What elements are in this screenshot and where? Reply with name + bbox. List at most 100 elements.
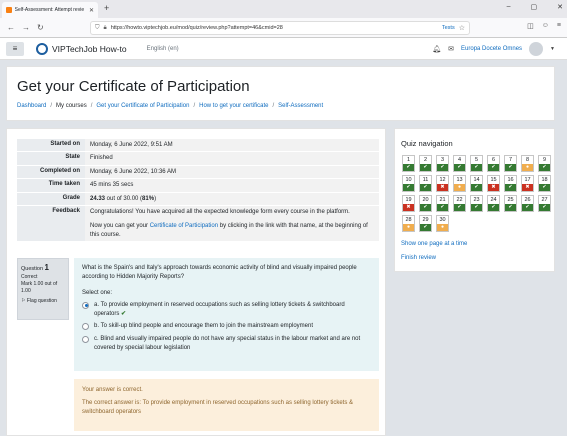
quiz-nav-button[interactable]: 5 ✔ [470, 155, 483, 172]
quiz-nav-button[interactable]: 13 ● [453, 175, 466, 192]
quiz-nav-number: 19 [405, 197, 412, 203]
quiz-nav-button[interactable]: 20 ✔ [419, 195, 432, 212]
avatar[interactable] [529, 42, 544, 56]
quiz-nav-button[interactable]: 24 ✔ [487, 195, 500, 212]
answer-radio-c[interactable] [82, 335, 89, 343]
flag-icon: ⚐ [21, 297, 26, 304]
quiz-nav-button[interactable]: 6 ✔ [487, 155, 500, 172]
table-row: Time taken 45 mins 35 secs [17, 178, 379, 193]
quiz-nav-number: 8 [525, 157, 530, 163]
user-name[interactable]: Europa Docete Omnes [461, 46, 522, 52]
site-name[interactable]: VIPTechJob How-to [52, 44, 127, 54]
quiz-navigation-grid: 1 ✔ 2 ✔ 3 ✔ 4 ✔ 5 ✔ 6 ✔ 7 ✔ 8 ● 9 ✔ 10 ✔ 11 ✔ 12 ✖ 13 ● 14 ✔ 15 ✖ 16 ✔ 1… [402, 155, 552, 232]
flag-question-button[interactable]: ⚐ Flag question [21, 298, 65, 305]
bookmark-star-icon[interactable]: ☆ [459, 24, 465, 32]
moodle-favicon-icon [6, 7, 12, 13]
quiz-nav-button[interactable]: 23 ✔ [470, 195, 483, 212]
site-logo-icon[interactable] [36, 42, 48, 55]
forward-icon[interactable]: → [22, 23, 30, 32]
quiz-nav-number: 12 [439, 177, 446, 183]
quiz-nav-button[interactable]: 4 ✔ [453, 155, 466, 172]
quiz-nav-button[interactable]: 22 ✔ [453, 195, 466, 212]
new-tab-icon[interactable]: + [104, 3, 109, 13]
quiz-nav-button[interactable]: 27 ✔ [538, 195, 551, 212]
breadcrumb-dashboard[interactable]: Dashboard [17, 103, 46, 109]
chevron-down-icon[interactable]: ▼ [550, 46, 555, 52]
minimize-icon[interactable]: – [507, 3, 511, 11]
breadcrumb-my-courses: My courses [56, 103, 87, 109]
quiz-nav-button[interactable]: 15 ✖ [487, 175, 500, 192]
chat-icon[interactable]: ✉ [448, 45, 454, 53]
incorrect-state-icon: ✖ [522, 184, 533, 191]
quiz-nav-number: 24 [490, 197, 497, 203]
quiz-nav-number: 3 [440, 157, 445, 163]
answer-radio-a[interactable] [82, 301, 89, 309]
reload-icon[interactable]: ↻ [37, 23, 44, 32]
quiz-nav-button[interactable]: 3 ✔ [436, 155, 449, 172]
close-tab-icon[interactable]: ✕ [89, 7, 94, 14]
quiz-nav-button[interactable]: 29 ✔ [419, 215, 432, 232]
quiz-nav-button[interactable]: 18 ✔ [538, 175, 551, 192]
quiz-nav-button[interactable]: 25 ✔ [504, 195, 517, 212]
quiz-nav-button[interactable]: 12 ✖ [436, 175, 449, 192]
grade-label: Grade [17, 192, 85, 206]
pocket-icon[interactable]: ◫ [527, 22, 534, 30]
quiz-nav-button[interactable]: 10 ✔ [402, 175, 415, 192]
breadcrumb-section[interactable]: How to get your certificate [199, 103, 268, 109]
correct-state-icon: ✔ [539, 204, 550, 211]
answer-option-a[interactable]: a. To provide employment in reserved occ… [82, 301, 371, 320]
account-icon[interactable]: ☺ [542, 22, 549, 30]
quiz-nav-button[interactable]: 19 ✖ [402, 195, 415, 212]
breadcrumb-quiz[interactable]: Self-Assessment [278, 103, 323, 109]
bell-icon[interactable]: 🔔︎ [432, 45, 441, 53]
show-one-page-link[interactable]: Show one page at a time [401, 241, 467, 247]
quiz-nav-button[interactable]: 7 ✔ [504, 155, 517, 172]
browser-tab[interactable]: Self-Assessment: Attempt revie ✕ [2, 2, 98, 18]
finish-review-link[interactable]: Finish review [401, 255, 436, 261]
quiz-nav-button[interactable]: 17 ✖ [521, 175, 534, 192]
drawer-toggle-button[interactable]: ≡ [6, 41, 24, 56]
breadcrumb-course[interactable]: Get your Certificate of Participation [96, 103, 189, 109]
certificate-link[interactable]: Certificate of Participation [150, 223, 218, 229]
quiz-nav-button[interactable]: 28 ● [402, 215, 415, 232]
user-area: 🔔︎ ✉ Europa Docete Omnes ▼ [432, 42, 555, 56]
quiz-nav-button[interactable]: 16 ✔ [504, 175, 517, 192]
browser-nav-bar: ← → ↻ ⛉ 🔒︎ https://howto.viptechjob.eu/m… [0, 18, 567, 38]
url-text[interactable]: https://howto.viptechjob.eu/mod/quiz/rev… [111, 25, 438, 31]
quiz-nav-button[interactable]: 1 ✔ [402, 155, 415, 172]
quiz-nav-button[interactable]: 21 ✔ [436, 195, 449, 212]
completed-label: Completed on [17, 165, 85, 180]
answer-radio-b[interactable] [82, 323, 89, 331]
close-window-icon[interactable]: ✕ [557, 3, 563, 11]
question-number: Question 1 [21, 262, 65, 274]
quiz-nav-button[interactable]: 11 ✔ [419, 175, 432, 192]
quiz-nav-button[interactable]: 14 ✔ [470, 175, 483, 192]
quiz-nav-button[interactable]: 8 ● [521, 155, 534, 172]
quiz-nav-button[interactable]: 2 ✔ [419, 155, 432, 172]
tests-bookmark[interactable]: Tests [442, 25, 455, 31]
quiz-nav-button[interactable]: 30 ● [436, 215, 449, 232]
quiz-nav-button[interactable]: 26 ✔ [521, 195, 534, 212]
menu-icon[interactable]: ≡ [557, 22, 561, 30]
tab-title: Self-Assessment: Attempt revie [14, 7, 85, 13]
quiz-nav-number: 18 [541, 177, 548, 183]
quiz-navigation-title: Quiz navigation [401, 139, 453, 148]
time-taken-value: 45 mins 35 secs [85, 178, 379, 193]
attempt-summary-table: Started on Monday, 6 June 2022, 9:51 AM … [17, 139, 379, 243]
address-bar[interactable]: ⛉ 🔒︎ https://howto.viptechjob.eu/mod/qui… [90, 21, 470, 35]
breadcrumb-separator: / [272, 103, 275, 109]
language-selector[interactable]: English (en) [147, 46, 179, 52]
hamburger-icon: ≡ [12, 44, 18, 53]
correct-state-icon: ✔ [505, 184, 516, 191]
question-label: Question [21, 266, 44, 272]
correct-state-icon: ✔ [454, 164, 465, 171]
started-label: Started on [17, 139, 85, 153]
maximize-icon[interactable]: ▢ [531, 3, 538, 11]
quiz-nav-button[interactable]: 9 ✔ [538, 155, 551, 172]
back-icon[interactable]: ← [7, 23, 15, 32]
answer-option-c[interactable]: c. Blind and visually impaired people do… [82, 335, 371, 354]
quiz-nav-number: 29 [422, 217, 429, 223]
quiz-nav-number: 22 [456, 197, 463, 203]
quiz-nav-number: 7 [508, 157, 513, 163]
answer-option-b[interactable]: b. To skill-up blind people and encourag… [82, 322, 371, 331]
